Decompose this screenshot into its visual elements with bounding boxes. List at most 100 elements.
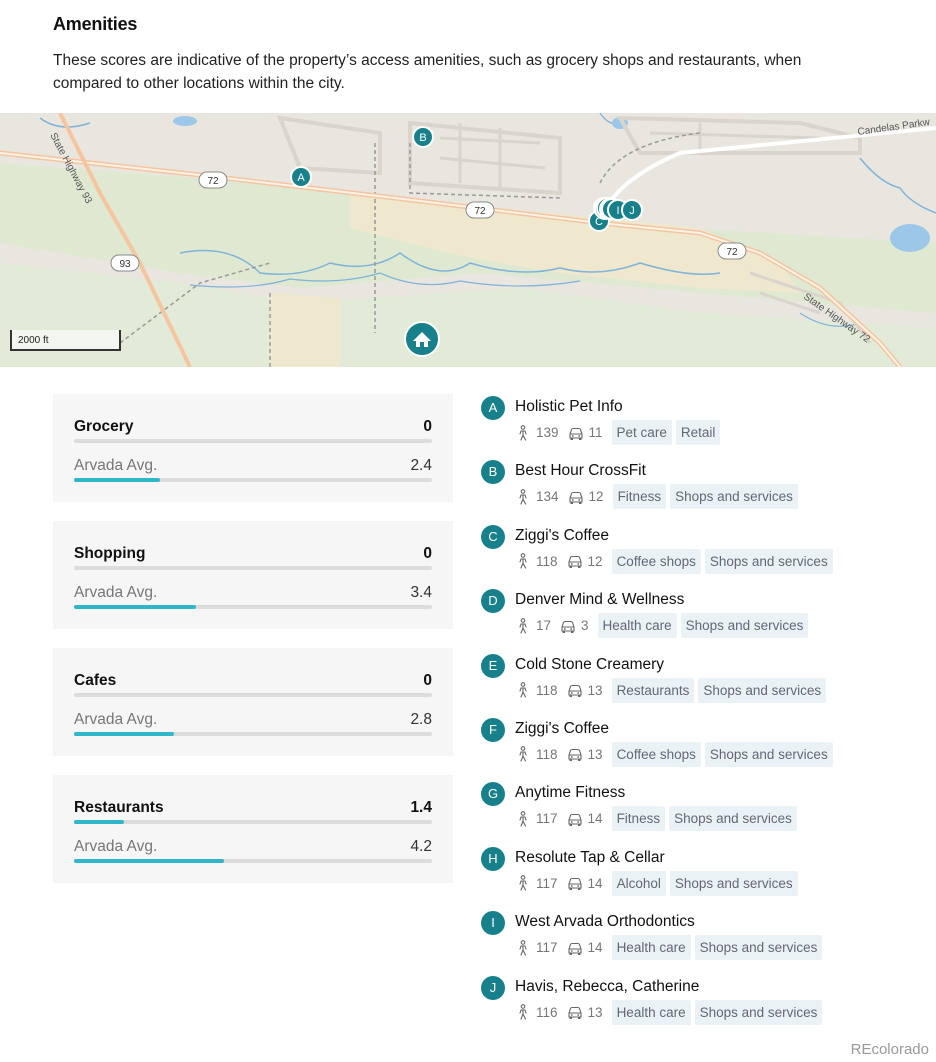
category-tag: Shops and services xyxy=(670,484,798,510)
drive-time: 12 xyxy=(588,489,604,505)
walking-person-icon xyxy=(515,489,531,505)
score-category: Restaurants xyxy=(74,799,164,816)
map-scale: 2000 ft xyxy=(10,330,121,351)
amenity-name[interactable]: Cold Stone Creamery xyxy=(515,656,664,674)
walk-time: 118 xyxy=(536,746,558,762)
score-card-cafes: Cafes 0 Arvada Avg. 2.8 xyxy=(53,648,453,756)
category-tag: Coffee shops xyxy=(611,548,701,574)
walk-time: 117 xyxy=(536,811,558,827)
score-card-shopping: Shopping 0 Arvada Avg. 3.4 xyxy=(53,521,453,629)
amenity-item[interactable]: E Cold Stone Creamery 118 13 Restaurants Shop… xyxy=(481,652,921,716)
walk-time: 118 xyxy=(536,682,558,698)
amenity-item[interactable]: J Havis, Rebecca, Catherine 116 13 Health ca… xyxy=(481,974,921,1038)
amenity-item[interactable]: A Holistic Pet Info 139 11 Pet care Retail xyxy=(481,394,921,458)
walking-person-icon xyxy=(515,939,531,956)
svg-text:72: 72 xyxy=(726,247,738,258)
drive-time: 3 xyxy=(581,618,589,634)
category-tag: Health care xyxy=(611,935,691,961)
walk-time: 117 xyxy=(536,875,558,891)
category-tag: Coffee shops xyxy=(611,741,701,767)
category-tag: Alcohol xyxy=(611,870,666,896)
walk-time: 116 xyxy=(536,1004,558,1020)
amenity-meta: 118 12 Coffee shops Shops and services xyxy=(515,548,837,574)
amenity-name[interactable]: Havis, Rebecca, Catherine xyxy=(515,978,699,996)
marker-badge: G xyxy=(481,782,505,807)
marker-badge: D xyxy=(481,589,505,614)
category-tag: Restaurants xyxy=(611,677,695,703)
marker-badge: A xyxy=(481,396,505,420)
amenity-item[interactable]: I West Arvada Orthodontics 117 14 Health car… xyxy=(481,909,921,973)
avg-label: Arvada Avg. xyxy=(74,457,158,474)
amenities-map[interactable]: 72 72 72 93 State Highway 93 State Highw… xyxy=(0,113,936,367)
drive-time: 13 xyxy=(587,746,603,762)
category-tag: Shops and services xyxy=(704,548,833,574)
category-tag: Retail xyxy=(675,420,721,445)
amenity-name[interactable]: Anytime Fitness xyxy=(515,784,625,802)
amenity-meta: 117 14 Health care Shops and services xyxy=(515,935,826,961)
amenity-meta: 118 13 Restaurants Shops and services xyxy=(515,677,830,703)
amenity-name[interactable]: Ziggi's Coffee xyxy=(515,527,609,545)
amenity-item[interactable]: C Ziggi's Coffee 118 12 Coffee shops Shops an… xyxy=(481,523,921,587)
marker-badge: H xyxy=(481,846,505,871)
amenity-name[interactable]: Holistic Pet Info xyxy=(515,398,623,416)
score-value: 0 xyxy=(423,545,432,562)
svg-text:I: I xyxy=(616,205,619,217)
amenity-meta: 139 11 Pet care Retail xyxy=(515,420,724,445)
walk-time: 139 xyxy=(536,425,559,440)
score-card-restaurants: Restaurants 1.4 Arvada Avg. 4.2 xyxy=(53,775,453,883)
score-bar xyxy=(74,439,432,443)
marker-badge: F xyxy=(481,717,505,742)
amenity-meta: 117 14 Alcohol Shops and services xyxy=(515,870,802,896)
category-tag: Shops and services xyxy=(680,613,809,639)
svg-text:72: 72 xyxy=(207,176,219,187)
marker-badge: J xyxy=(481,975,505,1000)
svg-text:A: A xyxy=(297,172,305,184)
walking-person-icon xyxy=(515,553,531,569)
car-icon xyxy=(568,425,584,441)
amenity-meta: 17 3 Health care Shops and services xyxy=(515,613,812,639)
amenity-meta: 118 13 Coffee shops Shops and services xyxy=(515,741,837,767)
car-icon xyxy=(568,489,584,505)
category-tag: Shops and services xyxy=(694,999,823,1025)
avg-bar xyxy=(74,478,432,482)
amenity-name[interactable]: West Arvada Orthodontics xyxy=(515,913,695,931)
score-category: Grocery xyxy=(74,418,134,435)
drive-time: 14 xyxy=(587,811,603,827)
score-value: 1.4 xyxy=(410,799,432,816)
amenity-list: A Holistic Pet Info 139 11 Pet care Retail B Be… xyxy=(481,394,921,1038)
car-icon xyxy=(560,618,576,634)
amenity-name[interactable]: Denver Mind & Wellness xyxy=(515,591,684,609)
amenity-meta: 116 13 Health care Shops and services xyxy=(515,999,826,1025)
amenity-item[interactable]: H Resolute Tap & Cellar 117 14 Alcohol Shops … xyxy=(481,845,921,909)
avg-bar xyxy=(74,732,432,736)
amenity-item[interactable]: G Anytime Fitness 117 14 Fitness Shops and se… xyxy=(481,780,921,844)
amenity-item[interactable]: D Denver Mind & Wellness 17 3 Health care Sho… xyxy=(481,587,921,651)
avg-bar-fill xyxy=(74,478,160,482)
category-tag: Shops and services xyxy=(698,677,827,703)
brand-logo-text: REcolorado xyxy=(850,1041,929,1058)
walking-person-icon xyxy=(515,424,531,441)
amenity-item[interactable]: F Ziggi's Coffee 118 13 Coffee shops Shops an… xyxy=(481,716,921,780)
walking-person-icon xyxy=(515,682,531,698)
score-card-grocery: Grocery 0 Arvada Avg. 2.4 xyxy=(53,394,453,502)
amenity-item[interactable]: B Best Hour CrossFit 134 12 Fitness Shops and… xyxy=(481,458,921,522)
marker-badge: I xyxy=(481,911,505,936)
drive-time: 13 xyxy=(587,1004,603,1020)
svg-text:Candelas Parkw: Candelas Parkw xyxy=(857,117,931,138)
car-icon xyxy=(567,746,583,762)
amenity-name[interactable]: Ziggi's Coffee xyxy=(515,720,609,738)
car-icon xyxy=(567,1004,583,1020)
category-tag: Health care xyxy=(597,613,677,639)
walk-time: 134 xyxy=(536,489,559,505)
amenity-meta: 134 12 Fitness Shops and services xyxy=(515,484,802,510)
drive-time: 14 xyxy=(587,940,603,956)
walking-person-icon xyxy=(515,810,531,827)
walk-time: 17 xyxy=(536,618,552,634)
category-tag: Shops and services xyxy=(669,806,797,832)
map-canvas: 72 72 72 93 State Highway 93 State Highw… xyxy=(0,113,936,367)
amenity-name[interactable]: Best Hour CrossFit xyxy=(515,462,646,480)
category-tag: Health care xyxy=(611,999,691,1025)
car-icon xyxy=(567,811,583,827)
score-bar-fill xyxy=(74,820,125,824)
amenity-name[interactable]: Resolute Tap & Cellar xyxy=(515,849,665,867)
